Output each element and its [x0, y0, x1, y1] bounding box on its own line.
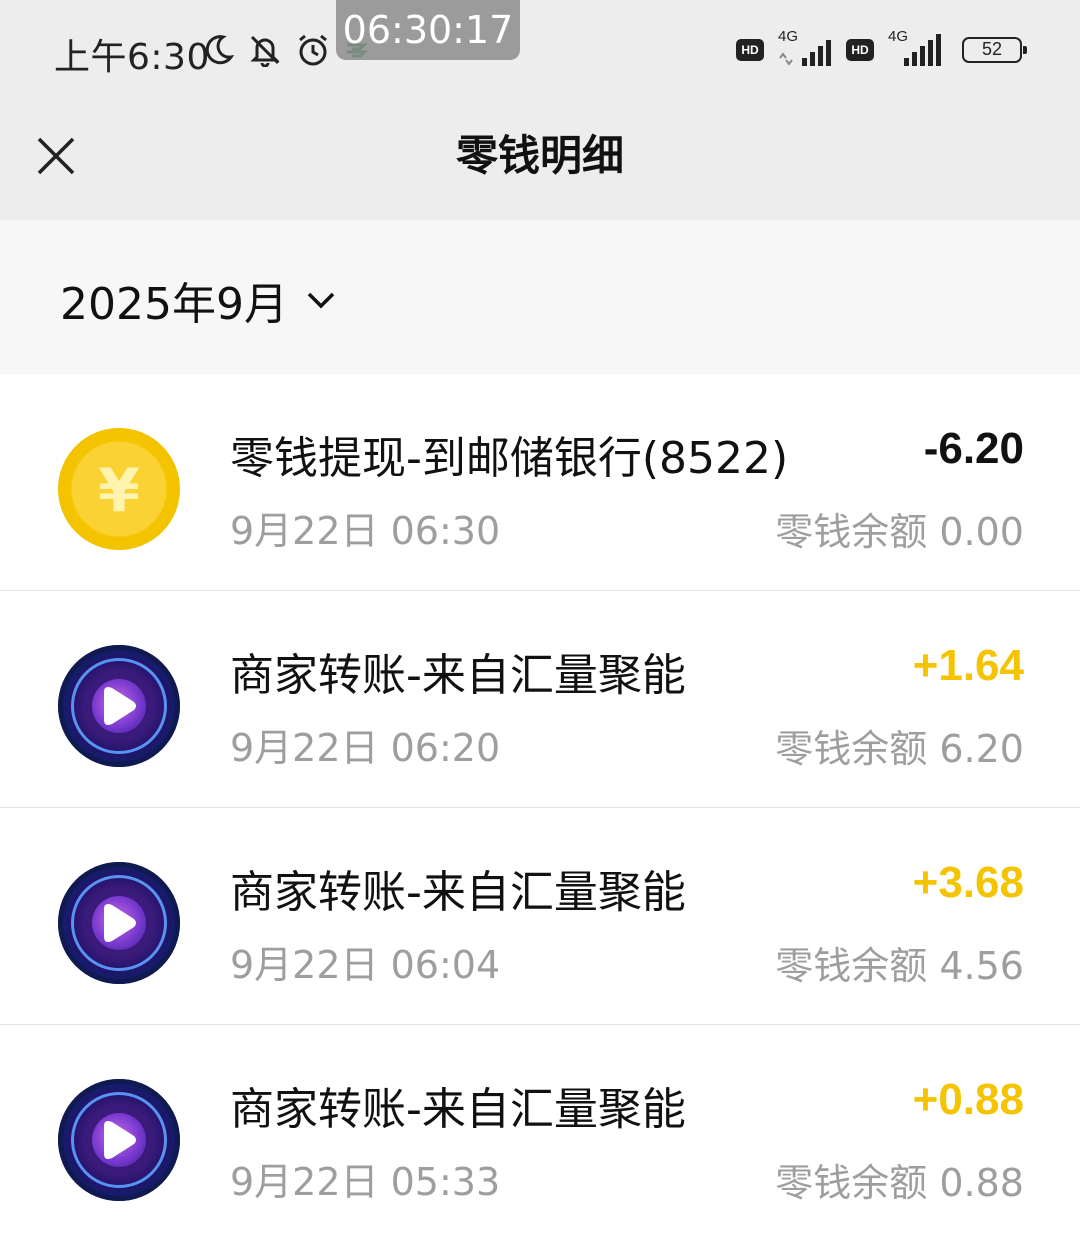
transaction-list: ¥ 零钱提现-到邮储银行(8522) 9月22日 06:30 -6.20 零钱余…: [0, 374, 1080, 1242]
status-bar: 上午6:30 06:30:17 HD 4G HD 4G 52: [0, 0, 1080, 100]
battery-icon: 52: [962, 37, 1027, 63]
moon-icon: [204, 34, 234, 66]
hd-badge: HD: [846, 39, 874, 61]
transaction-title: 商家转账-来自汇量聚能: [230, 650, 686, 701]
transaction-row[interactable]: 商家转账-来自汇量聚能 9月22日 06:04 +3.68 零钱余额 4.56: [0, 808, 1080, 1025]
transaction-time: 9月22日 06:20: [230, 726, 501, 770]
battery-level: 52: [981, 39, 1003, 59]
signal-strength-icon: 4G: [884, 28, 946, 68]
signal-strength-icon: 4G: [774, 28, 836, 68]
alarm-icon: [296, 33, 330, 67]
transaction-time: 9月22日 06:30: [230, 509, 501, 553]
yuan-coin-icon: ¥: [58, 428, 180, 550]
close-icon: [37, 137, 75, 175]
page-title: 零钱明细: [455, 131, 624, 180]
status-icons-right: HD 4G HD 4G 52: [736, 28, 1027, 72]
screen-record-clock: 06:30:17: [336, 0, 520, 60]
transaction-balance: 零钱余额 4.56: [775, 944, 1024, 988]
transaction-balance: 零钱余额 0.88: [775, 1161, 1024, 1205]
status-time: 上午6:30: [54, 37, 210, 78]
month-label: 2025年9月: [60, 279, 288, 330]
transaction-time: 9月22日 06:04: [230, 943, 501, 987]
play-logo-icon: [58, 1079, 180, 1201]
transaction-amount: -6.20: [923, 424, 1024, 473]
chevron-down-icon: [307, 292, 335, 309]
transaction-row[interactable]: 商家转账-来自汇量聚能 9月22日 06:20 +1.64 零钱余额 6.20: [0, 591, 1080, 808]
transaction-balance: 零钱余额 0.00: [775, 510, 1024, 554]
transaction-amount: +0.88: [912, 1075, 1024, 1124]
nav-bar: 零钱明细: [0, 100, 1080, 220]
month-picker[interactable]: 2025年9月: [60, 272, 336, 330]
transaction-amount: +3.68: [912, 858, 1024, 907]
play-logo-icon: [58, 862, 180, 984]
transaction-balance: 零钱余额 6.20: [775, 727, 1024, 771]
transaction-amount: +1.64: [912, 641, 1024, 690]
bell-off-icon: [248, 33, 282, 67]
transaction-title: 零钱提现-到邮储银行(8522): [230, 433, 789, 484]
play-logo-icon: [58, 645, 180, 767]
month-filter-bar: 2025年9月: [0, 220, 1080, 374]
close-button[interactable]: [28, 128, 84, 184]
transaction-title: 商家转账-来自汇量聚能: [230, 867, 686, 918]
transaction-title: 商家转账-来自汇量聚能: [230, 1084, 686, 1135]
transaction-time: 9月22日 05:33: [230, 1160, 501, 1204]
top-bar: 上午6:30 06:30:17 HD 4G HD 4G 52 零钱明细: [0, 0, 1080, 220]
transaction-row[interactable]: ¥ 零钱提现-到邮储银行(8522) 9月22日 06:30 -6.20 零钱余…: [0, 374, 1080, 591]
hd-badge: HD: [736, 39, 764, 61]
transaction-row[interactable]: 商家转账-来自汇量聚能 9月22日 05:33 +0.88 零钱余额 0.88: [0, 1025, 1080, 1242]
